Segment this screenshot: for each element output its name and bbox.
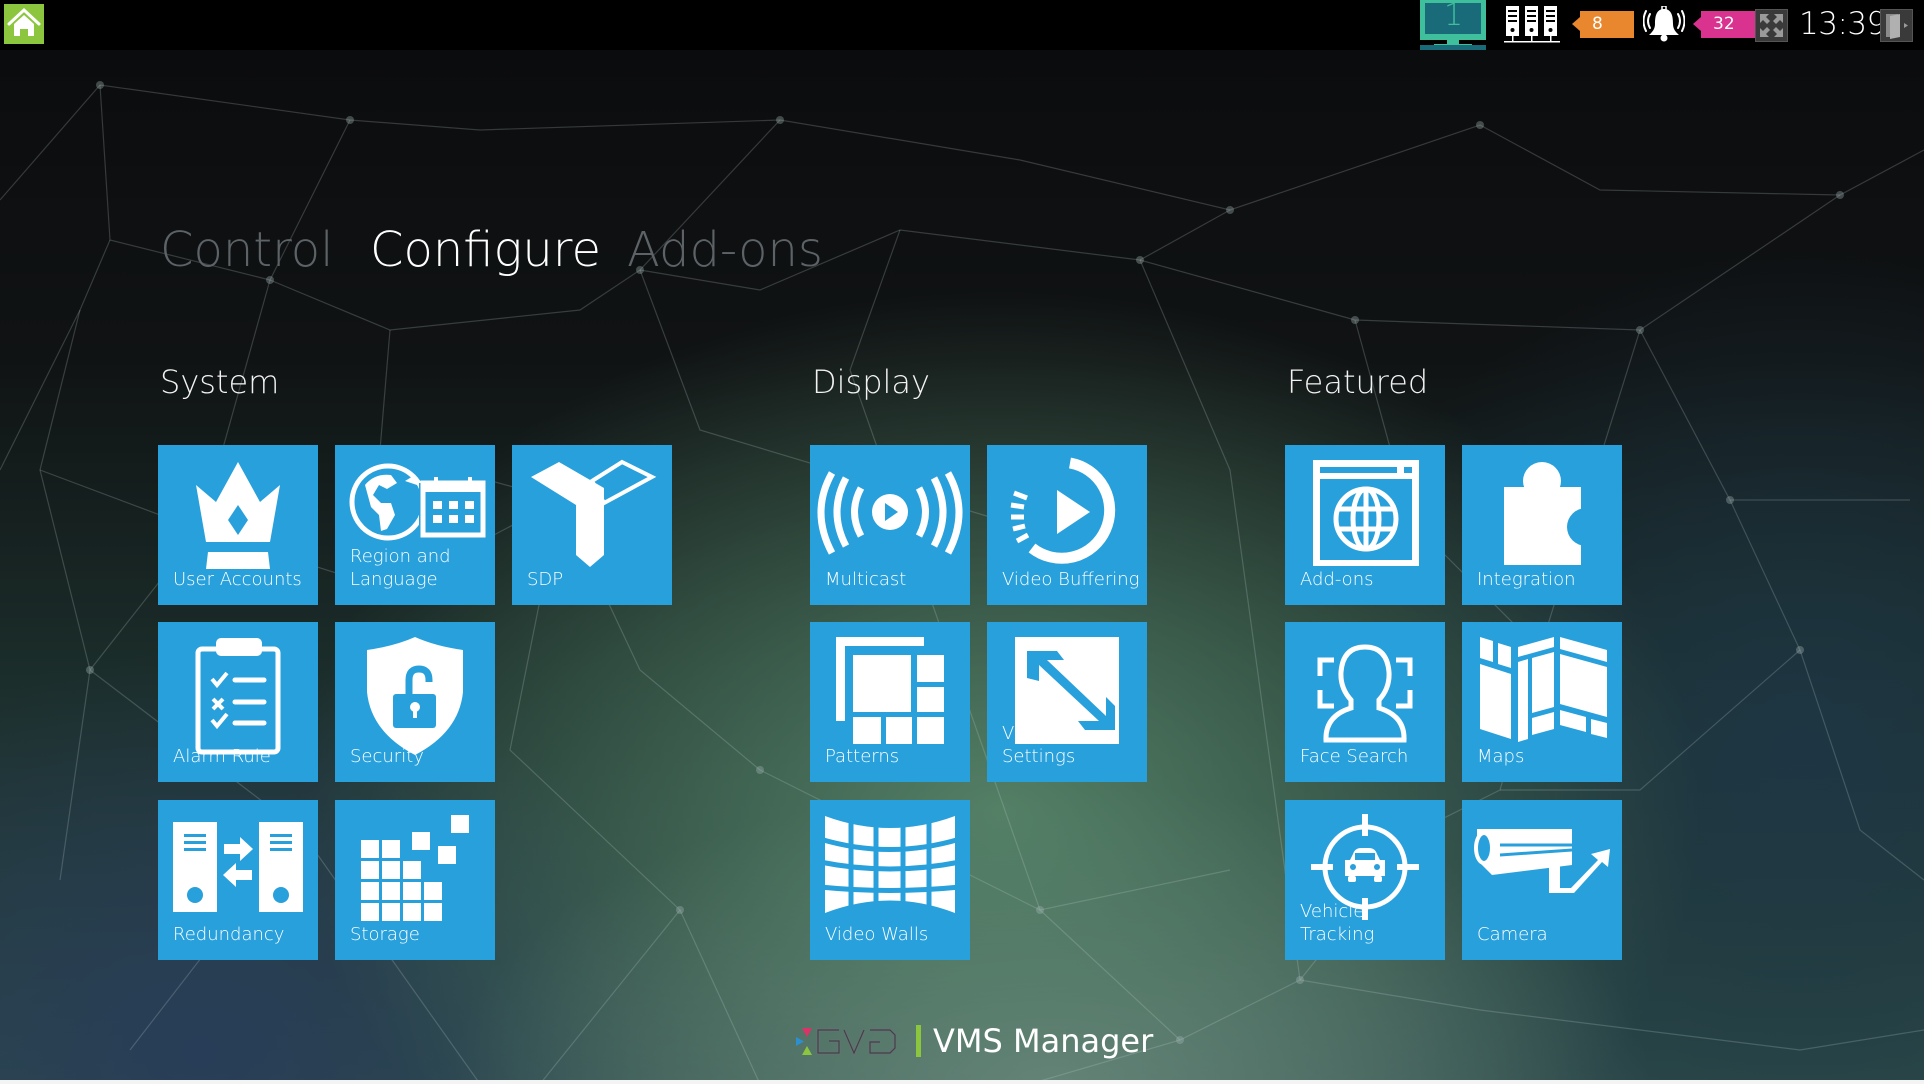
home-icon xyxy=(7,7,41,36)
section-title-display: Display xyxy=(812,363,930,401)
home-button[interactable] xyxy=(4,4,44,44)
fullscreen-button[interactable] xyxy=(1755,9,1788,42)
tile-alarm-rule[interactable]: Alarm Rule xyxy=(158,622,318,782)
gvd-logo xyxy=(796,1028,897,1057)
tile-camera[interactable]: Camera xyxy=(1462,800,1622,960)
tile-video-buffering[interactable]: Video Buffering xyxy=(987,445,1147,605)
tile-label: Viewer Settings xyxy=(1002,723,1076,767)
tile-label: Security xyxy=(350,746,424,767)
tile-label: Multicast xyxy=(825,569,907,590)
tab-configure[interactable]: Configure xyxy=(370,222,601,278)
tile-label: Add-ons xyxy=(1300,569,1374,590)
tile-user-accounts[interactable]: User Accounts xyxy=(158,445,318,605)
section-title-system: System xyxy=(160,363,280,401)
tile-label: Storage xyxy=(350,924,420,945)
alarm-count-badge[interactable]: 32 xyxy=(1693,11,1755,38)
footer-separator xyxy=(916,1025,921,1057)
product-name: VMS Manager xyxy=(933,1022,1154,1060)
tile-label: SDP xyxy=(527,569,564,590)
tile-label: Video Buffering xyxy=(1002,569,1140,590)
top-bar: 1 8 32 13:39 xyxy=(0,0,1924,50)
tile-label: Vehicle Tracking xyxy=(1300,901,1375,945)
tile-label: Face Search xyxy=(1300,746,1409,767)
tile-label: Region and Language xyxy=(350,546,451,590)
tile-add-ons[interactable]: Add-ons xyxy=(1285,445,1445,605)
tile-security[interactable]: Security xyxy=(335,622,495,782)
tile-redundancy[interactable]: Redundancy xyxy=(158,800,318,960)
exit-button[interactable] xyxy=(1880,9,1913,42)
tile-patterns[interactable]: Patterns xyxy=(810,622,970,782)
tile-integration[interactable]: Integration xyxy=(1462,445,1622,605)
tile-label: Redundancy xyxy=(173,924,285,945)
tile-vehicle-tracking[interactable]: Vehicle Tracking xyxy=(1285,800,1445,960)
bottom-edge xyxy=(0,1080,1924,1084)
tile-label: Maps xyxy=(1477,746,1525,767)
monitor-button[interactable]: 1 xyxy=(1420,0,1486,50)
clock: 13:39 xyxy=(1799,6,1886,42)
tile-sdp[interactable]: SDP xyxy=(512,445,672,605)
tile-maps[interactable]: Maps xyxy=(1462,622,1622,782)
tile-viewer-settings[interactable]: Viewer Settings xyxy=(987,622,1147,782)
server-count-badge[interactable]: 8 xyxy=(1572,11,1634,38)
section-title-featured: Featured xyxy=(1287,363,1429,401)
tab-add-ons[interactable]: Add-ons xyxy=(627,222,823,278)
tile-label: Alarm Rule xyxy=(173,746,271,767)
tile-region-and-language[interactable]: Region and Language xyxy=(335,445,495,605)
monitor-number: 1 xyxy=(1444,0,1464,33)
exit-door-icon xyxy=(1886,14,1908,39)
tile-label: Patterns xyxy=(825,746,900,767)
servers-icon[interactable] xyxy=(1504,6,1560,44)
tile-video-walls[interactable]: Video Walls xyxy=(810,800,970,960)
tab-control[interactable]: Control xyxy=(160,222,334,278)
fullscreen-icon xyxy=(1760,14,1783,37)
tile-label: Camera xyxy=(1477,924,1548,945)
tile-multicast[interactable]: Multicast xyxy=(810,445,970,605)
tile-label: Integration xyxy=(1477,569,1576,590)
tile-face-search[interactable]: Face Search xyxy=(1285,622,1445,782)
tile-storage[interactable]: Storage xyxy=(335,800,495,960)
alarm-bell-icon[interactable] xyxy=(1643,6,1685,44)
tile-label: User Accounts xyxy=(173,569,302,590)
tile-label: Video Walls xyxy=(825,924,929,945)
